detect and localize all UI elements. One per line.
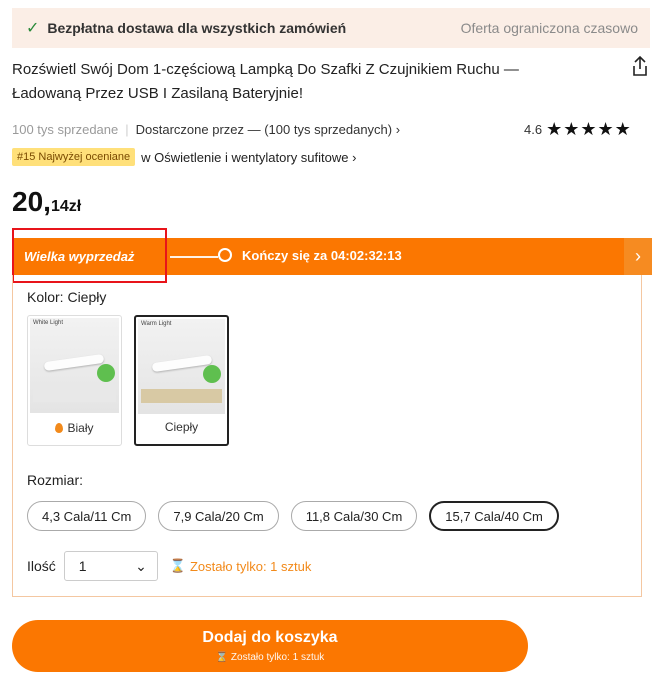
swatch-header: Warm Light bbox=[141, 321, 172, 327]
sold-count: 100 tys sprzedane bbox=[12, 121, 119, 137]
rating[interactable]: 4.6 ★★★★★ bbox=[524, 119, 632, 140]
share-icon[interactable] bbox=[631, 55, 649, 77]
rank-category: w Oświetlenie i wentylatory sufitowe › bbox=[141, 149, 357, 165]
free-shipping-message: ✓ Bezpłatna dostawa dla wszystkich zamów… bbox=[26, 18, 346, 38]
check-icon: ✓ bbox=[26, 20, 40, 37]
size-option[interactable]: 4,3 Cala/11 Cm bbox=[27, 501, 147, 531]
stock-warning-text: Zostało tylko: 1 sztuk bbox=[189, 558, 312, 574]
swatch-cieply[interactable]: Warm Light Ciepły bbox=[134, 315, 229, 446]
product-title-line2: Ładowaną Przez USB I Zasilaną Bateryjnie… bbox=[12, 85, 303, 102]
size-label: Rozmiar: bbox=[27, 472, 84, 488]
add-to-cart-stock-text: Zostało tylko: 1 sztuk bbox=[230, 652, 325, 663]
quantity-row: Ilość 1 ⌄ ⌛ Zostało tylko: 1 sztuk bbox=[27, 551, 311, 581]
swatch-image: White Light bbox=[30, 318, 119, 413]
size-option[interactable]: 11,8 Cala/30 Cm bbox=[290, 501, 418, 531]
options-panel: Kolor: Ciepły White Light Biały Warm Lig… bbox=[12, 275, 642, 597]
price-integer: 20, bbox=[12, 186, 51, 217]
product-title: Rozświetl Swój Dom 1-częściową Lampką Do… bbox=[12, 58, 612, 106]
add-to-cart-button[interactable]: Dodaj do koszyka ⌛ Zostało tylko: 1 sztu… bbox=[12, 620, 528, 672]
rating-value: 4.6 bbox=[524, 122, 543, 137]
add-to-cart-label: Dodaj do koszyka bbox=[202, 629, 338, 646]
swatch-strip bbox=[141, 389, 222, 403]
delivered-by-link[interactable]: Dostarczone przez — (100 tys sprzedanych… bbox=[136, 122, 400, 137]
sale-progress-line bbox=[170, 256, 218, 258]
size-option[interactable]: 7,9 Cala/20 Cm bbox=[158, 501, 279, 531]
product-title-line1: Rozświetl Swój Dom 1-częściową Lampką Do… bbox=[12, 61, 519, 78]
free-shipping-text: Bezpłatna dostawa dla wszystkich zamówie… bbox=[47, 20, 347, 36]
lamp-image bbox=[43, 353, 105, 372]
product-meta: 100 tys sprzedane | Dostarczone przez — … bbox=[12, 118, 652, 140]
rank-row[interactable]: #15 Najwyżej oceniane w Oświetlenie i we… bbox=[12, 148, 356, 166]
quantity-label: Ilość bbox=[27, 558, 56, 574]
swatch-strip bbox=[33, 388, 116, 402]
drop-icon bbox=[55, 423, 64, 433]
hourglass-icon: ⌛ bbox=[169, 558, 186, 573]
size-options: 4,3 Cala/11 Cm 7,9 Cala/20 Cm 11,8 Cala/… bbox=[27, 501, 559, 531]
swatch-label: Biały bbox=[28, 421, 121, 435]
price-decimal: 14zł bbox=[50, 198, 82, 215]
price: 20,14zł bbox=[12, 186, 81, 218]
quantity-select[interactable]: 1 ⌄ bbox=[63, 551, 158, 581]
swatch-image: Warm Light bbox=[138, 319, 225, 414]
chevron-down-icon: ⌄ bbox=[135, 557, 147, 574]
swatch-label-text: Biały bbox=[67, 421, 94, 435]
motion-sensor-icon bbox=[97, 364, 115, 382]
add-to-cart-stock-note: ⌛ Zostało tylko: 1 sztuk bbox=[12, 652, 528, 663]
chevron-right-icon[interactable]: › bbox=[624, 238, 652, 275]
quantity-value: 1 bbox=[78, 558, 87, 574]
sale-bar[interactable]: Wielka wyprzedaż Kończy się za 04:02:32:… bbox=[12, 228, 652, 283]
swatch-label: Ciepły bbox=[164, 420, 199, 434]
color-label: Kolor: Ciepły bbox=[27, 289, 107, 305]
motion-sensor-icon bbox=[203, 365, 221, 383]
stock-warning: ⌛ Zostało tylko: 1 sztuk bbox=[170, 558, 312, 574]
rank-badge: #15 Najwyżej oceniane bbox=[12, 148, 136, 166]
clock-icon bbox=[218, 248, 232, 262]
divider: | bbox=[125, 121, 129, 137]
free-shipping-banner: ✓ Bezpłatna dostawa dla wszystkich zamów… bbox=[12, 8, 650, 48]
hourglass-icon: ⌛ bbox=[215, 652, 231, 663]
rating-stars-icon: ★★★★★ bbox=[546, 119, 632, 139]
size-option-selected[interactable]: 15,7 Cala/40 Cm bbox=[429, 501, 559, 531]
swatch-bialy[interactable]: White Light Biały bbox=[27, 315, 122, 446]
sale-countdown: Kończy się za 04:02:32:13 bbox=[242, 248, 402, 263]
limited-offer-text: Oferta ograniczona czasowo bbox=[460, 20, 638, 36]
swatch-header: White Light bbox=[33, 320, 64, 326]
